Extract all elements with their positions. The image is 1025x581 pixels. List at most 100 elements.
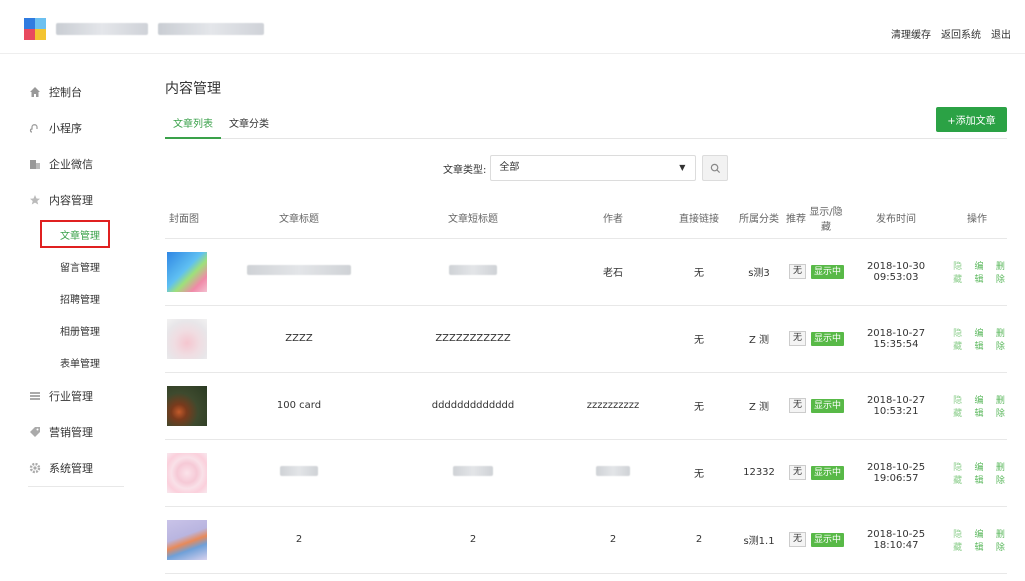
edit-link[interactable]: 编辑 [972, 527, 985, 553]
delete-link[interactable]: 删除 [994, 460, 1007, 486]
sidebar-item-miniprogram[interactable]: 小程序 [22, 110, 128, 146]
sidebar-sub-form[interactable]: 表单管理 [22, 346, 128, 378]
col-author: 作者 [561, 198, 665, 239]
sidebar-item-label: 系统管理 [49, 462, 93, 475]
delete-link[interactable]: 删除 [994, 527, 1007, 553]
title-cell: ZZZZ [213, 305, 385, 373]
col-cover: 封面图 [165, 198, 213, 239]
app-name-blurred [56, 23, 148, 35]
link-cell: 无 [665, 372, 733, 440]
status-badge: 显示中 [810, 331, 844, 346]
edit-link[interactable]: 编辑 [972, 259, 985, 285]
sidebar: 控制台 小程序 企业微信 内容管理 文章管理 留言管理 招聘管理 相册管理 表单… [22, 74, 128, 487]
tab-article-category[interactable]: 文章分类 [221, 115, 277, 139]
sidebar-sub-recruit[interactable]: 招聘管理 [22, 282, 128, 314]
category-cell: Z 测 [733, 372, 785, 440]
sidebar-sub-label: 表单管理 [60, 358, 100, 370]
top-bar: 清理缓存 返回系统 退出 [0, 0, 1025, 54]
col-actions: 操作 [947, 198, 1007, 239]
author-cell: 老石 [561, 238, 665, 306]
recommend-badge: 无 [788, 532, 806, 547]
link-cell: 2 [665, 506, 733, 574]
edit-link[interactable]: 编辑 [972, 326, 985, 352]
hide-link[interactable]: 隐藏 [951, 326, 964, 352]
article-type-select[interactable]: 全部 ▼ [490, 155, 697, 181]
category-cell: s测1.1 [733, 506, 785, 574]
page-title: 内容管理 [165, 81, 221, 97]
sidebar-sub-article[interactable]: 文章管理 [22, 218, 128, 250]
miniprogram-icon [28, 122, 41, 135]
clear-cache-link[interactable]: 清理缓存 [891, 26, 931, 41]
highlight-box [40, 220, 110, 248]
table-row: ZZZZ ZZZZZZZZZZZ 无 Z 测 无 显示中 2018-10-27 … [165, 305, 1007, 373]
sidebar-item-enterprise-wechat[interactable]: 企业微信 [22, 146, 128, 182]
cover-image [167, 251, 207, 292]
category-cell: Z 测 [733, 305, 785, 373]
cover-image [167, 452, 207, 493]
status-badge: 显示中 [810, 532, 844, 547]
short-title-blurred [453, 466, 493, 476]
table-row: 老石 无 s测3 无 显示中 2018-10-30 09:53:03 隐藏 编辑删… [165, 238, 1007, 306]
sidebar-item-marketing[interactable]: 营销管理 [22, 414, 128, 450]
search-icon [710, 163, 720, 173]
edit-link[interactable]: 编辑 [972, 460, 985, 486]
author-cell: 2 [561, 506, 665, 574]
logout-link[interactable]: 退出 [991, 26, 1011, 41]
sidebar-item-industry[interactable]: 行业管理 [22, 378, 128, 414]
sidebar-item-label: 企业微信 [49, 158, 93, 171]
sidebar-sub-album[interactable]: 相册管理 [22, 314, 128, 346]
building-icon [28, 158, 41, 171]
cover-image [167, 519, 207, 560]
author-cell [561, 305, 665, 373]
sidebar-item-dashboard[interactable]: 控制台 [22, 74, 128, 110]
sidebar-item-label: 控制台 [49, 86, 82, 99]
status-badge: 显示中 [810, 264, 844, 279]
recommend-badge: 无 [788, 398, 806, 413]
time-cell: 2018-10-27 10:53:21 [845, 372, 947, 440]
app-subtitle-blurred [158, 23, 264, 35]
sidebar-sub-label: 留言管理 [60, 262, 100, 274]
hide-link[interactable]: 隐藏 [951, 259, 964, 285]
add-article-button[interactable]: +添加文章 [936, 107, 1007, 132]
home-icon [28, 86, 41, 99]
gear-icon [28, 462, 41, 475]
sidebar-item-label: 营销管理 [49, 426, 93, 439]
table-row: 无 12332 无 显示中 2018-10-25 19:06:57 隐藏 编辑 删除 [165, 439, 1007, 507]
tab-article-list[interactable]: 文章列表 [165, 115, 221, 139]
status-badge: 显示中 [810, 398, 844, 413]
category-cell: 12332 [733, 439, 785, 507]
article-table: 封面图 文章标题 文章短标题 作者 直接链接 所属分类 推荐 显示/隐藏 发布时… [165, 198, 1007, 574]
sidebar-item-content[interactable]: 内容管理 [22, 182, 128, 218]
list-icon [28, 390, 41, 403]
delete-link[interactable]: 删除 [994, 326, 1007, 352]
short-title-blurred [449, 265, 497, 275]
sidebar-sub-message[interactable]: 留言管理 [22, 250, 128, 282]
author-blurred [596, 466, 630, 476]
col-short-title: 文章短标题 [385, 198, 561, 239]
col-title: 文章标题 [213, 198, 385, 239]
hide-link[interactable]: 隐藏 [951, 393, 964, 419]
title-blurred [247, 265, 351, 275]
time-cell: 2018-10-30 09:53:03 [845, 238, 947, 306]
hide-link[interactable]: 隐藏 [951, 527, 964, 553]
logo-icon [24, 18, 46, 40]
status-badge: 显示中 [810, 465, 844, 480]
sidebar-item-label: 内容管理 [49, 194, 93, 207]
hide-link[interactable]: 隐藏 [951, 460, 964, 486]
recommend-badge: 无 [788, 331, 806, 346]
table-row: 2 2 2 2 s测1.1 无 显示中 2018-10-25 18:10:47 … [165, 506, 1007, 574]
short-title-cell: ddddddddddddd [385, 372, 561, 440]
sidebar-item-system[interactable]: 系统管理 [22, 450, 128, 486]
edit-link[interactable]: 编辑 [972, 393, 985, 419]
search-button[interactable] [702, 155, 729, 181]
delete-link[interactable]: 删除 [994, 259, 1007, 285]
link-cell: 无 [665, 238, 733, 306]
return-system-link[interactable]: 返回系统 [941, 26, 981, 41]
select-value: 全部 [499, 162, 520, 173]
link-cell: 无 [665, 439, 733, 507]
tag-icon [28, 426, 41, 439]
logo [24, 18, 264, 40]
time-cell: 2018-10-27 15:35:54 [845, 305, 947, 373]
col-visibility: 显示/隐藏 [807, 198, 845, 239]
delete-link[interactable]: 删除 [994, 393, 1007, 419]
